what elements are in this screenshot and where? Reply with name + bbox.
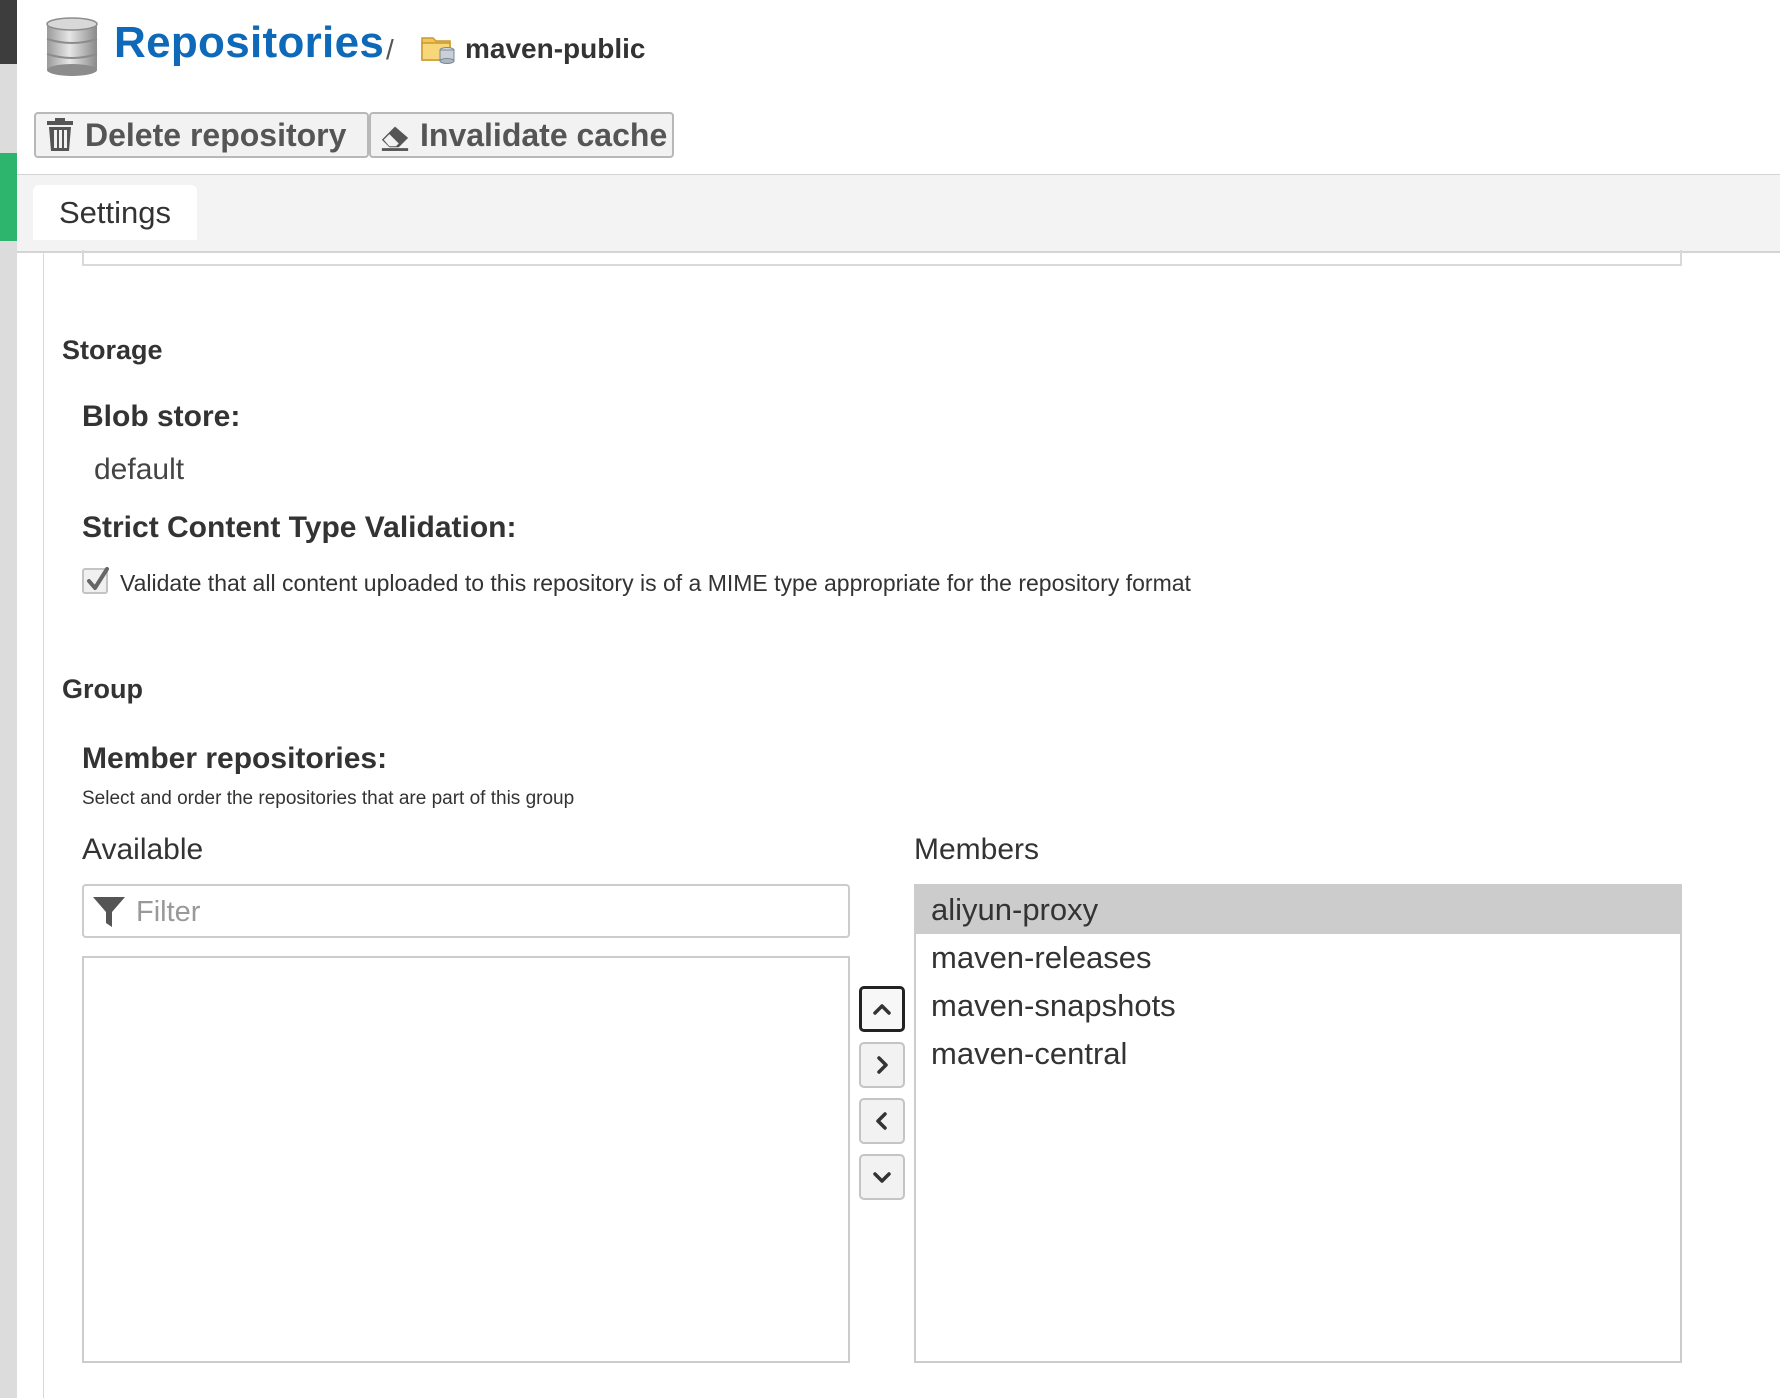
members-list[interactable]: aliyun-proxy maven-releases maven-snapsh… bbox=[914, 884, 1682, 1363]
members-list-label: Members bbox=[914, 833, 1040, 866]
available-list-label: Available bbox=[82, 833, 204, 866]
blob-store-value: default bbox=[94, 453, 185, 486]
nav-active-indicator bbox=[0, 153, 17, 241]
breadcrumb-current-item: maven-public bbox=[465, 33, 646, 64]
previous-field-remnant bbox=[82, 250, 1682, 266]
chevron-down-icon bbox=[873, 1172, 891, 1183]
eraser-icon bbox=[381, 126, 409, 151]
invalidate-cache-label: Invalidate cache bbox=[420, 116, 668, 153]
invalidate-cache-button[interactable]: Invalidate cache bbox=[369, 112, 674, 158]
blob-store-label: Blob store: bbox=[82, 400, 241, 433]
breadcrumb-separator: / bbox=[386, 34, 394, 65]
breadcrumb-root-link[interactable]: Repositories bbox=[114, 18, 384, 68]
filter-icon bbox=[93, 897, 125, 927]
chevron-left-icon bbox=[876, 1112, 887, 1130]
member-repositories-label: Member repositories: bbox=[82, 742, 388, 775]
toolbar: Delete repository Invalidate cache bbox=[17, 102, 1780, 176]
list-item[interactable]: maven-snapshots bbox=[916, 982, 1680, 1030]
breadcrumb: Repositories / maven-public bbox=[17, 0, 1780, 102]
list-item[interactable]: maven-releases bbox=[916, 934, 1680, 982]
strict-content-validation-description: Validate that all content uploaded to th… bbox=[120, 570, 1191, 596]
checkmark-icon bbox=[87, 567, 109, 590]
folder-repository-icon bbox=[421, 37, 455, 64]
nav-gutter bbox=[0, 0, 17, 1398]
remove-from-members-button[interactable] bbox=[859, 1098, 905, 1144]
strict-content-validation-label: Strict Content Type Validation: bbox=[82, 511, 517, 544]
member-repositories-help: Select and order the repositories that a… bbox=[82, 788, 575, 809]
trash-icon bbox=[47, 118, 73, 151]
delete-repository-button[interactable]: Delete repository bbox=[34, 112, 369, 158]
add-to-members-button[interactable] bbox=[859, 1042, 905, 1088]
move-down-button[interactable] bbox=[859, 1154, 905, 1200]
nav-gutter-top bbox=[0, 0, 17, 64]
strict-content-validation-checkbox[interactable] bbox=[82, 567, 109, 594]
tab-settings[interactable]: Settings bbox=[33, 185, 197, 240]
storage-section-title: Storage bbox=[62, 335, 163, 365]
filter-input[interactable] bbox=[134, 892, 838, 932]
content-divider bbox=[43, 250, 44, 1398]
list-item[interactable]: aliyun-proxy bbox=[916, 886, 1680, 934]
group-section-title: Group bbox=[62, 674, 143, 704]
list-item[interactable]: maven-central bbox=[916, 1030, 1680, 1078]
chevron-right-icon bbox=[877, 1056, 888, 1074]
chevron-up-icon bbox=[873, 1004, 891, 1015]
database-icon bbox=[46, 17, 98, 76]
filter-field bbox=[82, 884, 850, 938]
tab-bar: Settings bbox=[17, 175, 1780, 253]
move-up-button[interactable] bbox=[859, 986, 905, 1032]
delete-repository-label: Delete repository bbox=[85, 116, 347, 153]
available-repositories-list[interactable] bbox=[82, 956, 850, 1363]
